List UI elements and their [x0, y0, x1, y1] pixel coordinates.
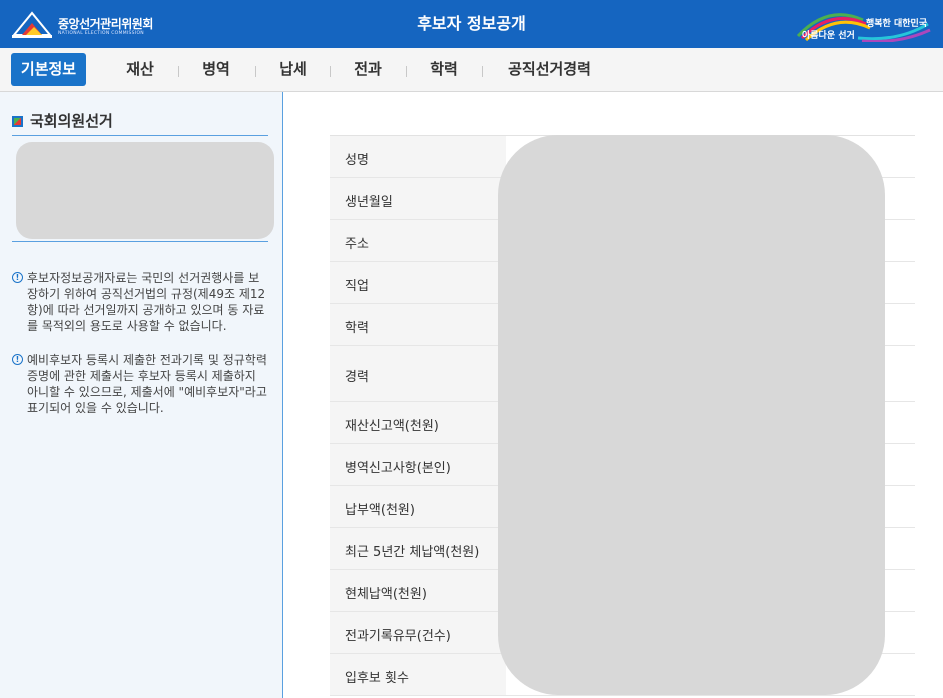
- notice-item: ! 후보자정보공개자료는 국민의 선거권행사를 보장하기 위하여 공직선거법의 …: [12, 270, 270, 334]
- top-header: 중앙선거관리위원회 NATIONAL ELECTION COMMISSION 후…: [0, 0, 943, 48]
- tab-bar: 기본정보 재산 병역 납세 전과 학력 공직선거경력: [0, 48, 943, 92]
- row-label-candidacy-count: 입후보 횟수: [345, 671, 409, 686]
- tab-education[interactable]: 학력: [413, 53, 475, 86]
- tab-property[interactable]: 재산: [108, 53, 172, 86]
- tab-separator: [406, 66, 407, 77]
- row-label-address: 주소: [345, 237, 369, 252]
- tab-separator: [330, 66, 331, 77]
- row-label-occupation: 직업: [345, 279, 369, 294]
- info-icon: !: [12, 272, 23, 283]
- tab-military[interactable]: 병역: [185, 53, 247, 86]
- row-label-property-amount: 재산신고액(천원): [345, 419, 439, 434]
- row-label-career: 경력: [345, 370, 369, 385]
- tab-public-office-career[interactable]: 공직선거경력: [492, 53, 607, 86]
- election-type-label: 국회의원선거: [30, 112, 113, 130]
- tab-tax[interactable]: 납세: [262, 53, 324, 86]
- tab-basic-info[interactable]: 기본정보: [11, 53, 86, 86]
- slogan-bottom: 아름다운 선거: [802, 31, 855, 41]
- row-label-birthdate: 생년월일: [345, 195, 393, 210]
- row-label-arrears-5yr: 최근 5년간 체납액(천원): [345, 545, 480, 560]
- row-label-name: 성명: [345, 153, 369, 168]
- row-label-criminal-record: 전과기록유무(건수): [345, 629, 451, 644]
- slogan-top: 행복한 대한민국: [866, 19, 928, 29]
- row-label-education: 학력: [345, 321, 369, 336]
- candidate-photo-redacted: [16, 142, 274, 239]
- row-label-current-arrears: 현체납액(천원): [345, 587, 427, 602]
- notice-text: 후보자정보공개자료는 국민의 선거권행사를 보장하기 위하여 공직선거법의 규정…: [27, 271, 266, 333]
- tab-separator: [482, 66, 483, 77]
- tab-separator: [178, 66, 179, 77]
- notice-text: 예비후보자 등록시 제출한 전과기록 및 정규학력 증명에 관한 제출서는 후보…: [27, 353, 267, 415]
- square-bullet-icon: [12, 116, 23, 127]
- election-type-title: 국회의원선거: [12, 110, 113, 131]
- candidate-sidebar: 국회의원선거 ! 후보자정보공개자료는 국민의 선거권행사를 보장하기 위하여 …: [0, 92, 283, 698]
- info-icon: !: [12, 354, 23, 365]
- tab-criminal-record[interactable]: 전과: [337, 53, 399, 86]
- tab-separator: [255, 66, 256, 77]
- row-label-military-service: 병역신고사항(본인): [345, 461, 451, 476]
- campaign-slogan: 행복한 대한민국 아름다운 선거: [788, 8, 933, 42]
- divider: [12, 135, 268, 136]
- redacted-values-block: [498, 135, 885, 695]
- divider: [12, 241, 268, 242]
- notice-item: ! 예비후보자 등록시 제출한 전과기록 및 정규학력 증명에 관한 제출서는 …: [12, 352, 270, 416]
- row-label-tax-paid: 납부액(천원): [345, 503, 415, 518]
